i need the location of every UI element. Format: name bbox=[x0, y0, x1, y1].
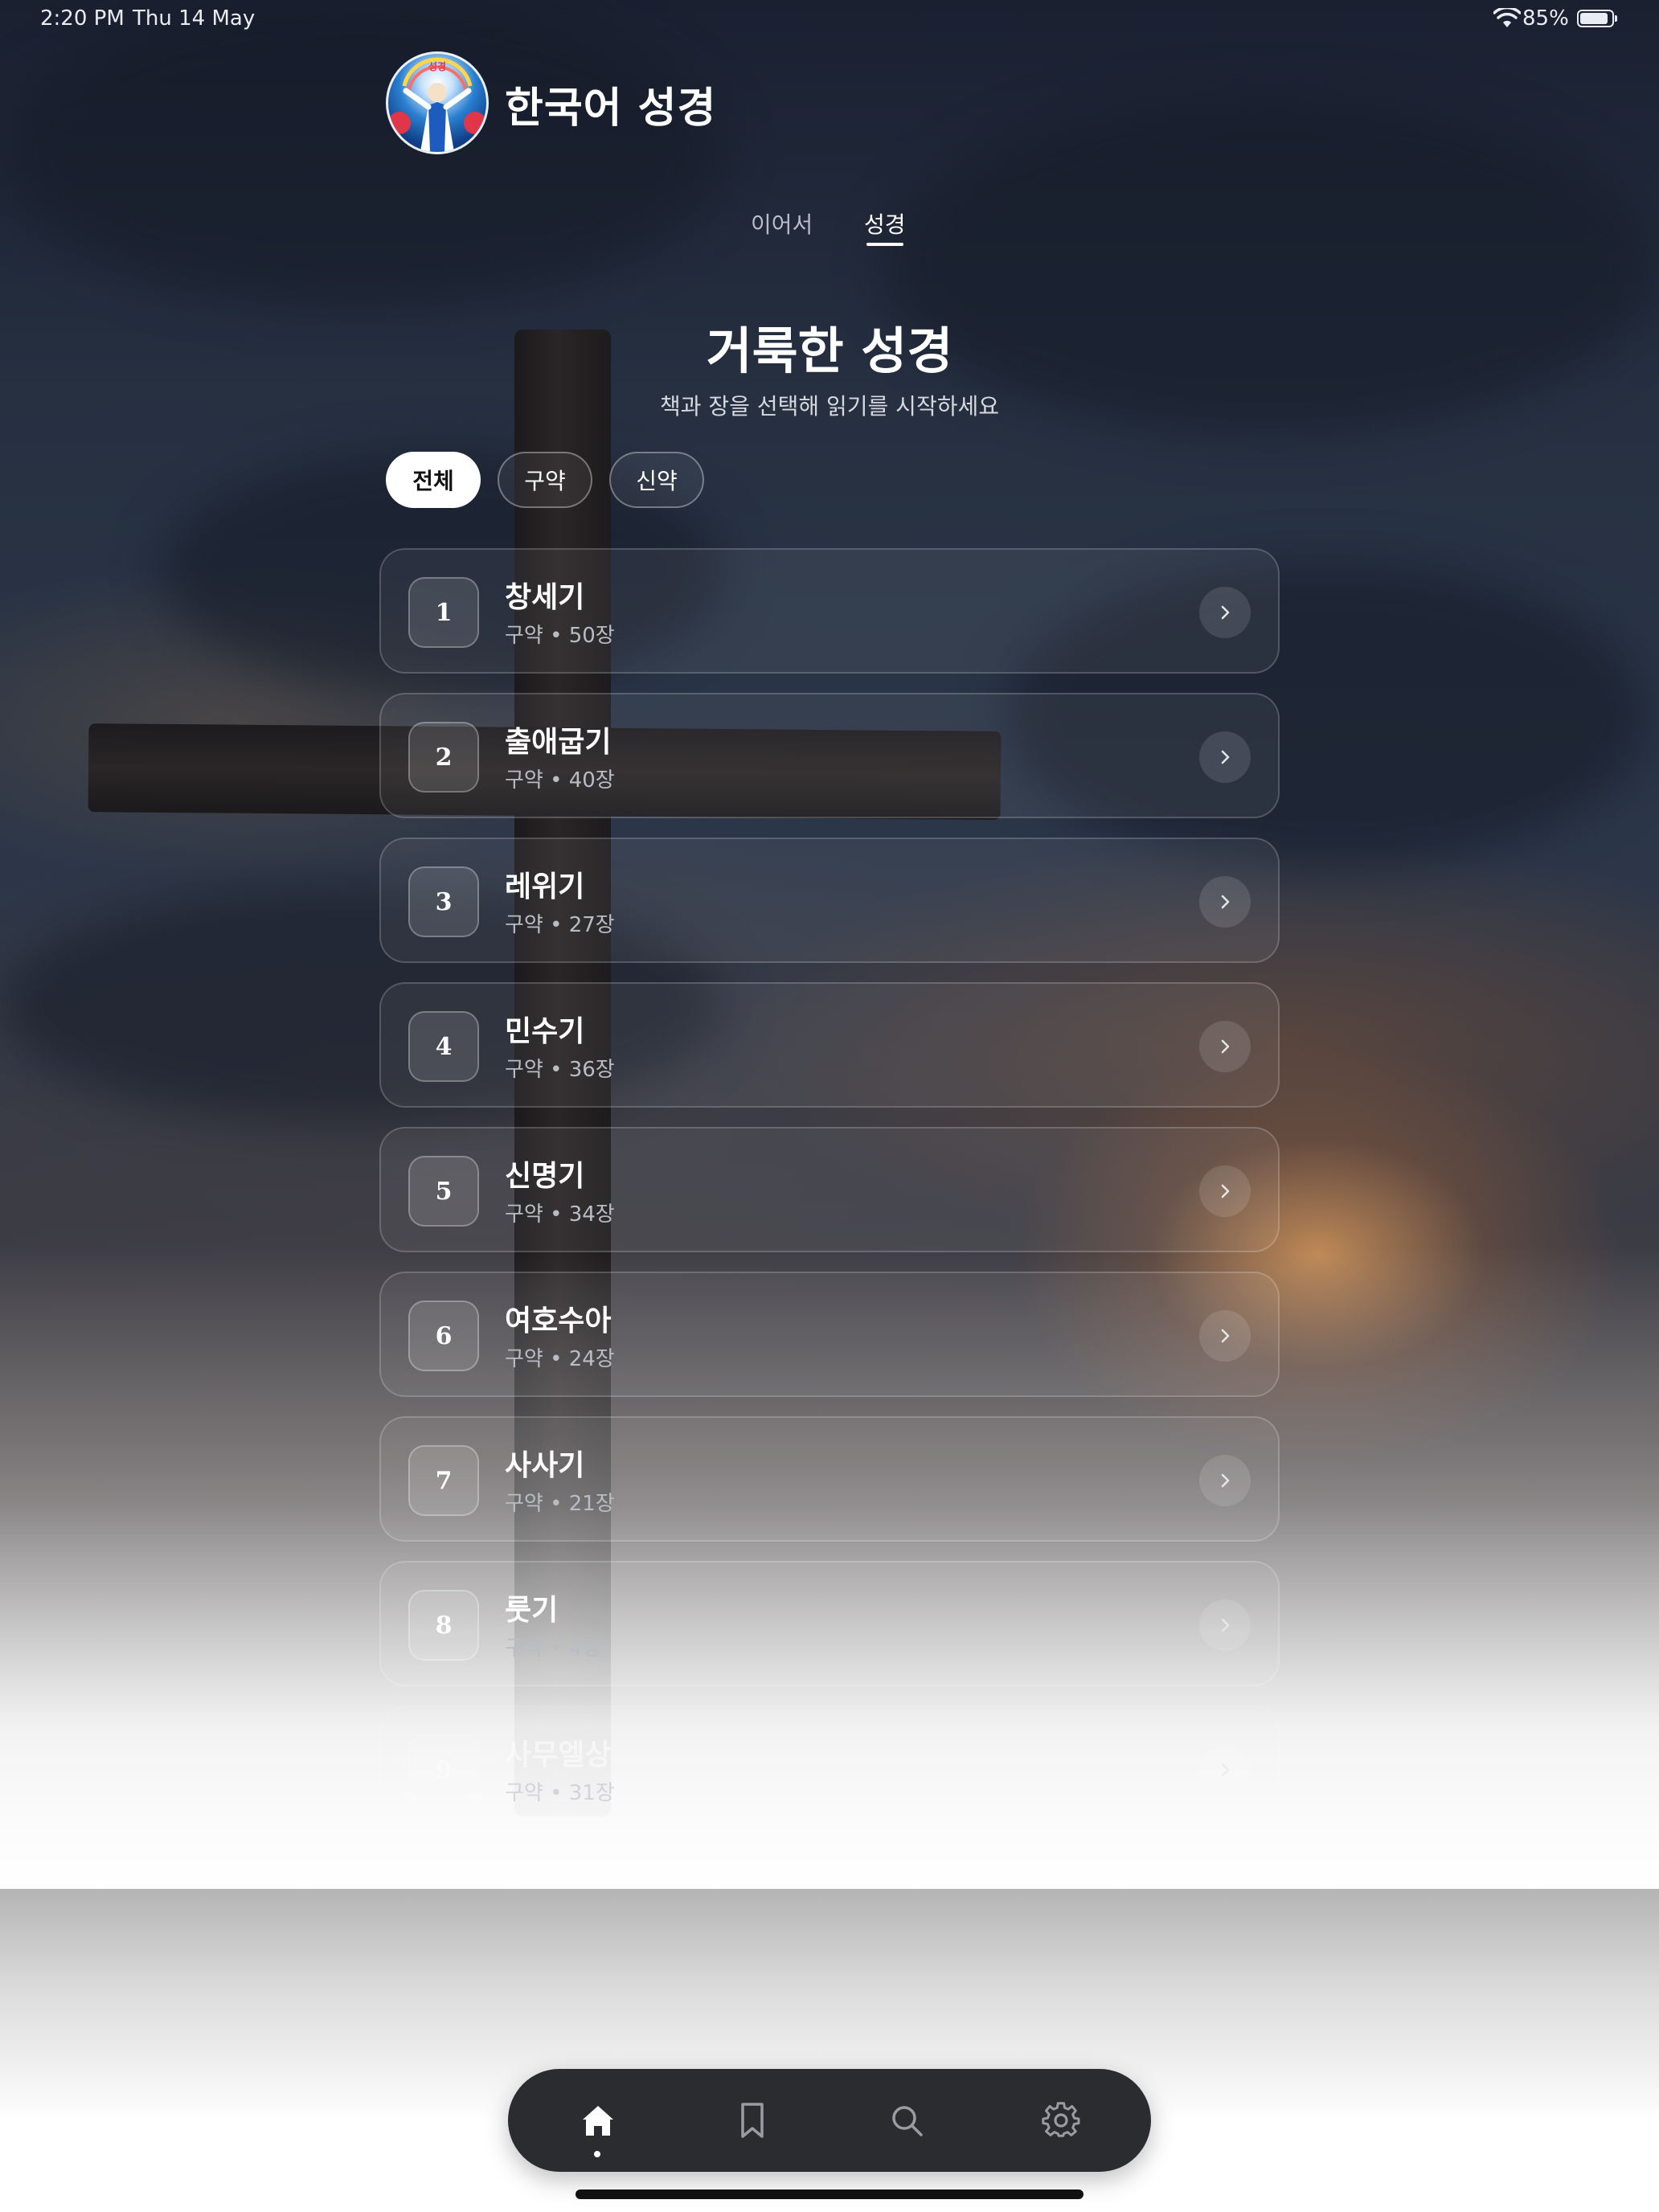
book-meta: 구약 • 31장 bbox=[505, 1781, 615, 1805]
tab-continue[interactable]: 이어서 bbox=[751, 207, 813, 240]
logo-text: 성경 bbox=[428, 61, 446, 72]
chevron-right-icon[interactable] bbox=[1199, 1165, 1251, 1217]
status-date: Thu 14 May bbox=[133, 6, 256, 31]
book-card[interactable]: 3 레위기 구약 • 27장 bbox=[379, 838, 1280, 963]
book-card[interactable]: 9 사무엘상 구약 • 31장 bbox=[379, 1706, 1280, 1818]
book-meta: 구약 • 4장 bbox=[505, 1636, 602, 1661]
chevron-right-icon[interactable] bbox=[1199, 1021, 1251, 1072]
chevron-right-icon[interactable] bbox=[1199, 1744, 1251, 1796]
book-card[interactable]: 4 민수기 구약 • 36장 bbox=[379, 982, 1280, 1108]
book-name: 여호수아 bbox=[505, 1305, 612, 1337]
gear-icon[interactable] bbox=[1034, 2093, 1088, 2148]
book-name: 창세기 bbox=[505, 581, 585, 614]
active-tab-dot bbox=[594, 2151, 600, 2157]
jesus-figure-icon: 성경 bbox=[388, 57, 486, 152]
home-icon[interactable] bbox=[571, 2093, 625, 2148]
book-card[interactable]: 6 여호수아 구약 • 24장 bbox=[379, 1272, 1280, 1397]
page-subtitle: 책과 장을 선택해 읽기를 시작하세요 bbox=[659, 393, 999, 420]
chevron-right-icon[interactable] bbox=[1199, 587, 1251, 638]
home-indicator bbox=[576, 2189, 1083, 2199]
bookmark-icon[interactable] bbox=[725, 2093, 780, 2148]
book-name: 레위기 bbox=[505, 870, 585, 903]
book-card[interactable]: 2 출애굽기 구약 • 40장 bbox=[379, 693, 1280, 818]
active-tab-indicator bbox=[866, 243, 903, 246]
page-title: 거룩한 성경 bbox=[706, 322, 953, 380]
battery-icon bbox=[1577, 10, 1617, 27]
bottom-tab-bar bbox=[508, 2069, 1151, 2172]
book-number-badge: 7 bbox=[408, 1445, 479, 1516]
book-number-badge: 8 bbox=[408, 1590, 479, 1661]
chevron-right-icon[interactable] bbox=[1199, 731, 1251, 783]
book-number-badge: 2 bbox=[408, 722, 479, 793]
chevron-right-icon[interactable] bbox=[1199, 876, 1251, 928]
book-number-badge: 6 bbox=[408, 1301, 479, 1371]
app-title: 한국어 성경 bbox=[505, 84, 717, 133]
chevron-right-icon[interactable] bbox=[1199, 1310, 1251, 1362]
search-icon[interactable] bbox=[879, 2093, 934, 2148]
book-name: 민수기 bbox=[505, 1015, 585, 1048]
book-meta: 구약 • 21장 bbox=[505, 1492, 615, 1516]
book-card[interactable]: 1 창세기 구약 • 50장 bbox=[379, 548, 1280, 674]
book-list: 1 창세기 구약 • 50장 2 출애굽기 구약 • 40장 3 레위기 구약 … bbox=[379, 548, 1280, 1818]
book-number-badge: 4 bbox=[408, 1011, 479, 1082]
book-meta: 구약 • 27장 bbox=[505, 913, 615, 937]
book-name: 사무엘상 bbox=[505, 1739, 612, 1772]
filter-old-testament-chip[interactable]: 구약 bbox=[498, 452, 592, 508]
status-bar: 2:20 PM Thu 14 May 85% bbox=[0, 0, 1659, 39]
filter-new-testament-chip[interactable]: 신약 bbox=[609, 452, 704, 508]
book-meta: 구약 • 24장 bbox=[505, 1347, 615, 1371]
book-card[interactable]: 5 신명기 구약 • 34장 bbox=[379, 1127, 1280, 1252]
chevron-right-icon[interactable] bbox=[1199, 1600, 1251, 1651]
book-number-badge: 9 bbox=[408, 1735, 479, 1805]
book-number-badge: 1 bbox=[408, 577, 479, 648]
book-meta: 구약 • 36장 bbox=[505, 1058, 615, 1082]
book-number-badge: 5 bbox=[408, 1156, 479, 1227]
book-name: 사사기 bbox=[505, 1449, 585, 1482]
battery-percent: 85% bbox=[1522, 6, 1569, 31]
book-meta: 구약 • 50장 bbox=[505, 624, 615, 648]
chevron-right-icon[interactable] bbox=[1199, 1455, 1251, 1506]
book-meta: 구약 • 40장 bbox=[505, 768, 615, 793]
book-name: 신명기 bbox=[505, 1160, 585, 1193]
app-logo: 성경 bbox=[386, 51, 489, 154]
book-card[interactable]: 7 사사기 구약 • 21장 bbox=[379, 1416, 1280, 1542]
tab-bible[interactable]: 성경 bbox=[864, 207, 906, 240]
book-number-badge: 3 bbox=[408, 866, 479, 937]
book-name: 룻기 bbox=[505, 1594, 559, 1627]
book-name: 출애굽기 bbox=[505, 726, 612, 759]
status-time: 2:20 PM bbox=[40, 6, 125, 31]
book-meta: 구약 • 34장 bbox=[505, 1202, 615, 1227]
filter-all-chip[interactable]: 전체 bbox=[386, 452, 481, 508]
book-card[interactable]: 8 룻기 구약 • 4장 bbox=[379, 1561, 1280, 1686]
wifi-icon bbox=[1493, 8, 1521, 27]
